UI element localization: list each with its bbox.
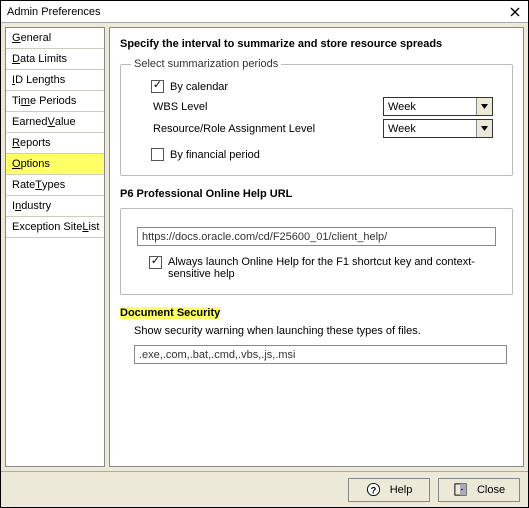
tab-industry[interactable]: Industry xyxy=(6,196,104,217)
chevron-down-icon xyxy=(476,120,492,137)
tab-general[interactable]: General xyxy=(6,28,104,49)
resource-level-select[interactable]: Week xyxy=(383,119,493,138)
document-security-text: Show security warning when launching the… xyxy=(134,325,513,337)
by-calendar-checkbox[interactable] xyxy=(151,80,164,93)
by-financial-checkbox[interactable] xyxy=(151,148,164,161)
tab-rate-types[interactable]: Rate Types xyxy=(6,175,104,196)
sidebar: General Data Limits ID Lengths Time Peri… xyxy=(5,27,105,467)
tab-options[interactable]: Options xyxy=(6,154,104,175)
help-url-heading: P6 Professional Online Help URL xyxy=(120,188,513,200)
resource-level-label: Resource/Role Assignment Level xyxy=(153,123,383,135)
help-icon: ? xyxy=(366,482,382,498)
always-online-help-label: Always launch Online Help for the F1 sho… xyxy=(168,256,502,280)
resource-level-value: Week xyxy=(388,123,416,135)
wbs-level-value: Week xyxy=(388,101,416,113)
always-online-help-checkbox[interactable] xyxy=(149,256,162,269)
document-security-heading: Document Security xyxy=(120,307,513,319)
tab-id-lengths[interactable]: ID Lengths xyxy=(6,70,104,91)
help-button-label: Help xyxy=(390,484,413,496)
chevron-down-icon xyxy=(476,98,492,115)
content-pane: Specify the interval to summarize and st… xyxy=(109,27,524,467)
wbs-level-label: WBS Level xyxy=(153,101,383,113)
close-button-label: Close xyxy=(477,484,505,496)
by-financial-label: By financial period xyxy=(170,149,260,161)
admin-preferences-dialog: Admin Preferences General Data Limits ID… xyxy=(0,0,529,508)
close-icon[interactable] xyxy=(506,3,524,21)
tab-reports[interactable]: Reports xyxy=(6,133,104,154)
wbs-level-select[interactable]: Week xyxy=(383,97,493,116)
svg-text:?: ? xyxy=(371,485,377,495)
help-url-group: Always launch Online Help for the F1 sho… xyxy=(120,208,513,295)
tab-time-periods[interactable]: Time Periods xyxy=(6,91,104,112)
titlebar: Admin Preferences xyxy=(1,1,528,23)
file-extensions-input[interactable] xyxy=(134,345,507,364)
tab-data-limits[interactable]: Data Limits xyxy=(6,49,104,70)
summarization-legend: Select summarization periods xyxy=(131,58,281,70)
close-button[interactable]: Close xyxy=(438,478,520,502)
window-title: Admin Preferences xyxy=(7,6,101,18)
help-url-input[interactable] xyxy=(137,227,496,246)
help-button[interactable]: ? Help xyxy=(348,478,430,502)
by-calendar-label: By calendar xyxy=(170,81,228,93)
tab-exception-site-list[interactable]: Exception Site List xyxy=(6,217,104,238)
resource-spreads-heading: Specify the interval to summarize and st… xyxy=(120,38,513,50)
summarization-group: Select summarization periods By calendar… xyxy=(120,58,513,176)
dialog-footer: ? Help Close xyxy=(1,471,528,507)
door-icon xyxy=(453,482,469,498)
tab-earned-value[interactable]: Earned Value xyxy=(6,112,104,133)
